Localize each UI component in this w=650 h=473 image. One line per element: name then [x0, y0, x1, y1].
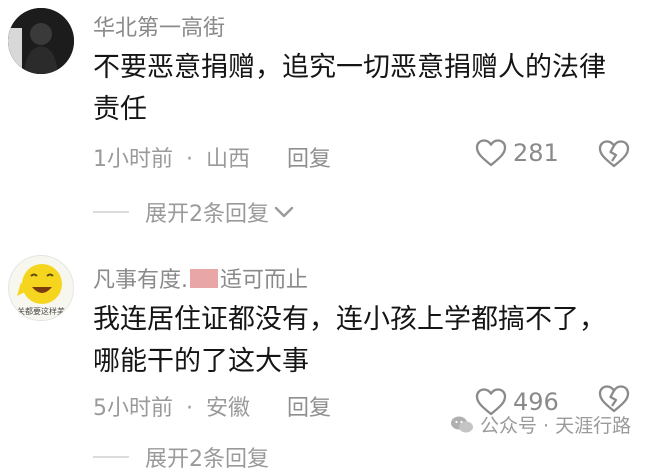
watermark-text: 公众号 · 天涯行路: [480, 415, 632, 437]
comment-location: 山西: [206, 147, 251, 172]
expand-replies-button[interactable]: 展开2条回复: [93, 196, 295, 228]
comment-username[interactable]: 凡事有度. 适可而止: [93, 262, 308, 294]
chevron-down-icon: [274, 206, 294, 218]
expand-divider-line: [93, 211, 129, 213]
comment-time: 5小时前: [93, 396, 173, 421]
comment-text-line: 责任: [93, 94, 147, 125]
comment-meta: 1小时前 · 山西: [93, 141, 250, 173]
comment-meta: 5小时前 · 安徽: [93, 390, 250, 422]
like-count: 281: [513, 139, 559, 167]
expand-replies-label: 展开2条回复: [145, 202, 269, 227]
flag-icon: [190, 269, 218, 288]
heart-icon: [475, 139, 507, 167]
comment-username[interactable]: 华北第一高街: [93, 10, 225, 42]
avatar-photo: [8, 8, 74, 74]
dislike-button[interactable]: [598, 139, 630, 173]
username-text: 适可而止: [220, 268, 309, 293]
wechat-icon: [451, 416, 473, 432]
expand-replies-label: 展开2条回复: [145, 447, 269, 472]
broken-heart-icon: [598, 140, 630, 168]
meta-separator: ·: [186, 396, 193, 421]
meta-separator: ·: [186, 147, 193, 172]
comment-text-line: 我连居住证都没有，连小孩上学都搞不了，: [93, 304, 606, 335]
avatar[interactable]: [8, 8, 74, 74]
comment-text-line: 哪能干的了这大事: [93, 346, 309, 377]
comment-time: 1小时前: [93, 147, 173, 172]
expand-divider-line: [93, 456, 129, 458]
expand-replies-button[interactable]: 展开2条回复: [93, 441, 269, 473]
reply-button[interactable]: 回复: [287, 141, 331, 173]
like-button[interactable]: 281: [475, 138, 559, 168]
comment-text: 我连居住证都没有，连小孩上学都搞不了， 哪能干的了这大事: [93, 299, 606, 383]
avatar-caption: 关都要这样美: [17, 307, 65, 316]
username-text: 凡事有度.: [93, 268, 188, 293]
comment-text-line: 不要恶意捐赠，追究一切恶意捐赠人的法律: [93, 52, 606, 83]
watermark: 公众号 · 天涯行路: [450, 411, 631, 438]
avatar[interactable]: 关都要这样美: [8, 255, 74, 321]
comment-text: 不要恶意捐赠，追究一切恶意捐赠人的法律 责任: [93, 47, 606, 131]
comment-location: 安徽: [206, 396, 251, 421]
broken-heart-icon: [598, 385, 630, 413]
reply-button[interactable]: 回复: [287, 390, 331, 422]
